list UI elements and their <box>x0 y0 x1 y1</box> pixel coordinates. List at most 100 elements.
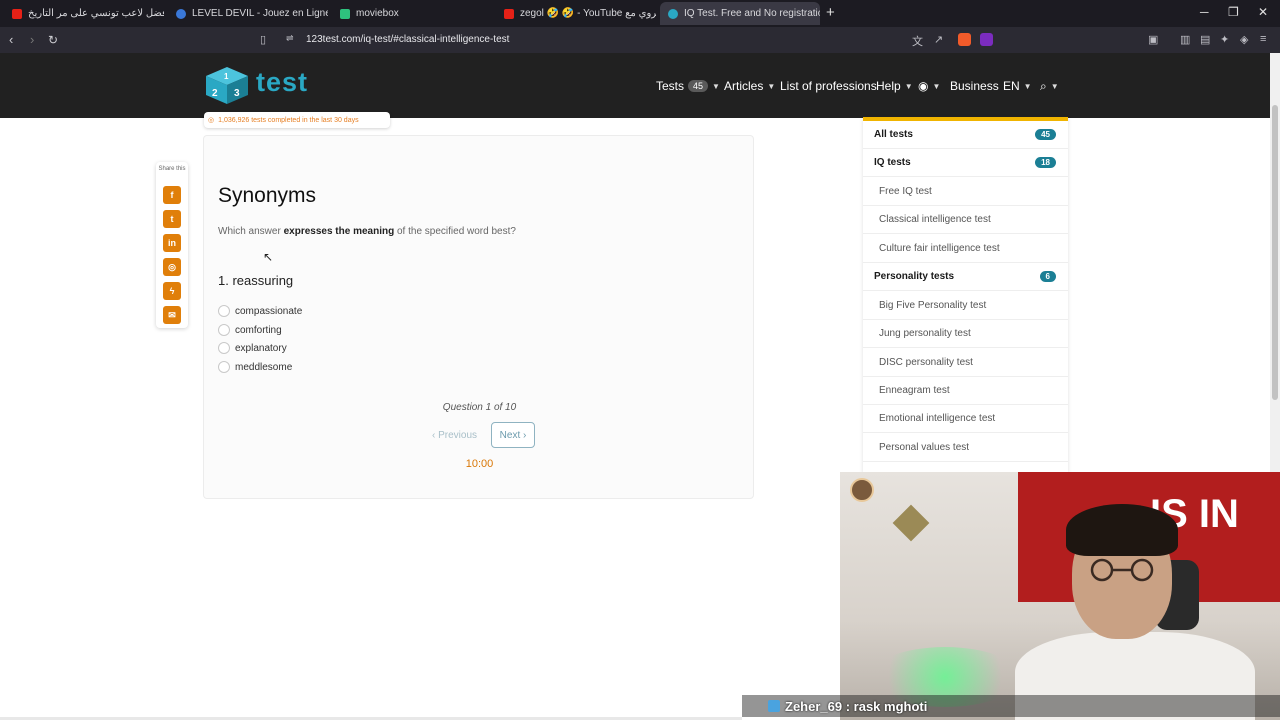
browser-tab[interactable]: moviebox <box>332 2 492 25</box>
menu-account[interactable]: ◉ ▼ <box>918 79 940 93</box>
browser-nav-bar: ‹ › ↻ ▯ ⇌ 123test.com/iq-test/#classical… <box>0 27 1280 53</box>
instruction-text: Which answer <box>218 226 281 237</box>
sidebar-item-label: Culture fair intelligence test <box>879 243 1000 254</box>
browser-tab[interactable]: zegol 🤣 🤣 - YouTube تحدي كروي مع <box>496 2 656 25</box>
user-icon: ◉ <box>918 79 929 93</box>
sidebar-item-personality-tests[interactable]: Personality tests 6 <box>863 263 1068 291</box>
close-window-icon[interactable]: ✕ <box>1258 5 1268 19</box>
sidebar-toggle-icon[interactable]: ▥ <box>1180 33 1190 46</box>
share-label: Share this <box>158 166 186 172</box>
logo-text[interactable]: test <box>256 67 308 98</box>
radio-button[interactable] <box>218 305 230 317</box>
streamer-hair <box>1066 504 1178 556</box>
previous-button[interactable]: ‹ Previous <box>432 430 477 441</box>
radio-button[interactable] <box>218 361 230 373</box>
menu-search[interactable]: ⌕ ▼ <box>1040 79 1059 94</box>
chevron-down-icon: ▼ <box>767 81 776 91</box>
new-tab-icon[interactable]: + <box>826 4 835 21</box>
sidebar-item-enneagram-test[interactable]: Enneagram test <box>863 377 1068 405</box>
radio-button[interactable] <box>218 324 230 336</box>
sidebar-item-all-tests[interactable]: All tests 45 <box>863 121 1068 149</box>
extensions-icon[interactable]: ✦ <box>1220 33 1229 46</box>
menu-business-label: Business <box>950 79 999 93</box>
wallet-icon[interactable]: ▤ <box>1200 33 1210 46</box>
menu-tests-label: Tests <box>656 79 685 93</box>
sidebar-item-disc-test[interactable]: DISC personality test <box>863 349 1068 377</box>
minimize-icon[interactable]: ─ <box>1200 5 1209 19</box>
sidebar-item-iq-tests[interactable]: IQ tests 18 <box>863 149 1068 177</box>
forward-icon[interactable]: › <box>30 31 34 49</box>
messenger-icon[interactable]: ϟ <box>163 282 181 300</box>
chevron-down-icon: ▼ <box>712 81 720 91</box>
site-settings-icon[interactable]: ⇌ <box>286 33 294 44</box>
answer-label: explanatory <box>235 342 287 354</box>
next-button[interactable]: Next › <box>491 422 535 448</box>
sidebar-item-label: Enneagram test <box>879 385 950 396</box>
answer-option[interactable]: explanatory <box>218 342 287 354</box>
vpn-icon[interactable]: ◈ <box>1240 33 1248 46</box>
logo-cube-icon[interactable]: 2 3 1 <box>204 65 250 105</box>
menu-articles[interactable]: Articles ▼ <box>724 79 775 93</box>
twitter-icon[interactable]: t <box>163 210 181 228</box>
page-title: Synonyms <box>218 184 317 207</box>
menu-language[interactable]: EN ▼ <box>1003 79 1032 93</box>
answer-label: compassionate <box>235 305 303 317</box>
menu-business[interactable]: Business <box>950 79 999 93</box>
instagram-icon[interactable]: ◎ <box>163 258 181 276</box>
sidebar-item-label: Classical intelligence test <box>879 214 991 225</box>
sidebar-item-emotional-intelligence-test[interactable]: Emotional intelligence test <box>863 405 1068 433</box>
mouse-cursor-icon: ↖ <box>263 250 274 264</box>
sidebar-item-personal-values-test[interactable]: Personal values test <box>863 434 1068 462</box>
instruction-text: of the specified word best? <box>396 226 516 237</box>
scrollbar-thumb[interactable] <box>1272 105 1278 400</box>
browser-tab-active[interactable]: IQ Test. Free and No registration ✕ <box>660 2 820 25</box>
answer-label: comforting <box>235 324 282 336</box>
share-page-icon[interactable]: ↗ <box>934 33 943 46</box>
brave-shield-icon[interactable] <box>958 33 971 46</box>
youtube-icon <box>504 8 514 19</box>
sidebar-item-label: Jung personality test <box>879 328 971 339</box>
webcam-overlay: IS IN <box>840 472 1280 720</box>
bookmark-icon[interactable]: ▯ <box>260 33 266 46</box>
reload-icon[interactable]: ↻ <box>48 31 58 49</box>
browser-tab[interactable]: LEVEL DEVIL - Jouez en Ligne Gratuit <box>168 2 328 25</box>
count-badge: 6 <box>1039 271 1056 282</box>
maximize-icon[interactable]: ❐ <box>1228 5 1239 19</box>
tests-sidebar: All tests 45 IQ tests 18 Free IQ test Cl… <box>863 117 1068 473</box>
rewards-icon[interactable] <box>980 33 993 46</box>
back-icon[interactable]: ‹ <box>9 31 13 49</box>
sidebar-item-classical-intelligence-test[interactable]: Classical intelligence test <box>863 206 1068 234</box>
browser-tab[interactable]: أفضل لاعب تونسي على مر التاريخ <box>4 2 164 25</box>
menu-help[interactable]: Help ▼ <box>876 79 913 93</box>
chat-username: Zeher_69 <box>785 698 843 714</box>
count-badge: 18 <box>1035 157 1056 168</box>
sidebar-item-big-five-test[interactable]: Big Five Personality test <box>863 292 1068 320</box>
facebook-icon[interactable]: f <box>163 186 181 204</box>
sidebar-item-culture-fair-test[interactable]: Culture fair intelligence test <box>863 235 1068 263</box>
test-card: Synonyms Which answer expresses the mean… <box>203 135 754 499</box>
stats-icon: ◎ <box>208 117 215 124</box>
svg-text:3: 3 <box>234 88 240 99</box>
reader-icon[interactable]: ▣ <box>1148 33 1158 46</box>
menu-tests[interactable]: Tests 45 ▼ <box>656 79 720 93</box>
answer-option[interactable]: meddlesome <box>218 361 292 373</box>
sidebar-item-free-iq-test[interactable]: Free IQ test <box>863 178 1068 206</box>
email-icon[interactable]: ✉ <box>163 306 181 324</box>
address-bar[interactable]: 123test.com/iq-test/#classical-intellige… <box>306 34 509 45</box>
wall-decoration <box>892 504 930 542</box>
sidebar-item-jung-test[interactable]: Jung personality test <box>863 320 1068 348</box>
translate-icon[interactable]: 文 <box>912 33 923 49</box>
chat-message: Zeher_69 : rask mghoti <box>785 699 927 714</box>
stats-text: 1,036,926 tests completed in the last 30… <box>218 116 359 124</box>
svg-text:2: 2 <box>212 88 218 99</box>
menu-professions[interactable]: List of professions <box>780 79 877 93</box>
chevron-down-icon: ▼ <box>1023 81 1032 91</box>
instruction-emphasis: expresses the meaning <box>283 226 395 237</box>
radio-button[interactable] <box>218 342 230 354</box>
count-badge: 45 <box>1035 129 1056 140</box>
moviebox-icon <box>340 8 350 19</box>
answer-option[interactable]: comforting <box>218 324 282 336</box>
linkedin-icon[interactable]: in <box>163 234 181 252</box>
answer-option[interactable]: compassionate <box>218 305 302 317</box>
menu-icon[interactable]: ≡ <box>1260 33 1266 45</box>
